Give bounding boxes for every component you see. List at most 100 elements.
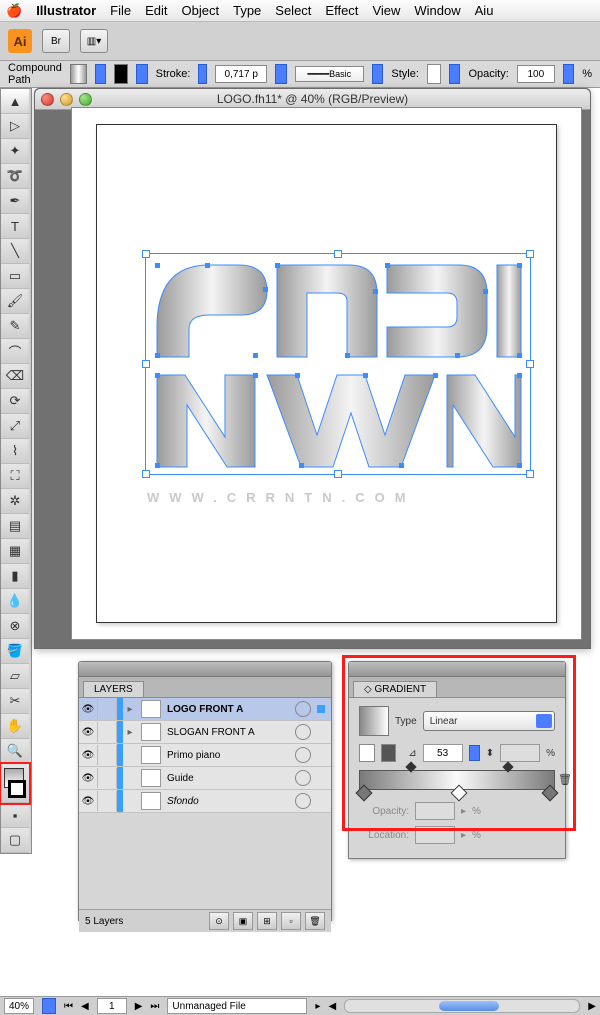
tool-line[interactable]: ╲ [1,239,29,264]
stroke-dropdown[interactable] [136,64,147,84]
apple-menu[interactable]: 🍎 [6,3,22,19]
nav-next-icon[interactable]: ▶ [135,1001,143,1012]
layer-name[interactable]: Primo piano [165,750,289,761]
close-icon[interactable] [41,93,54,106]
tool-width[interactable]: ⌇ [1,439,29,464]
menu-help[interactable]: Aiu [475,3,494,18]
brush-definition[interactable]: ━━━━ Basic [295,66,364,82]
zoom-dropdown[interactable] [42,998,56,1014]
tool-symbol-sprayer[interactable]: ✲ [1,489,29,514]
file-status[interactable]: Unmanaged File [167,998,307,1014]
tool-pencil[interactable]: ✎ [1,314,29,339]
stroke-weight-input[interactable] [215,65,267,83]
new-layer-icon[interactable]: ▫ [281,912,301,930]
delete-stop-icon[interactable]: 🗑 [558,773,572,786]
visibility-icon[interactable]: 👁 [79,745,98,765]
nav-last-icon[interactable]: ⏭ [150,1001,159,1012]
tool-free-transform[interactable]: ⛶ [1,464,29,489]
menu-select[interactable]: Select [275,3,311,18]
tool-screen-mode[interactable]: ▢ [1,828,29,853]
tool-paintbrush[interactable]: 🖌 [1,289,29,314]
layer-row-sfondo[interactable]: 👁 Sfondo [79,790,331,813]
lock-icon[interactable] [98,768,117,788]
lock-icon[interactable] [98,722,117,742]
gradient-stroke-icon[interactable] [381,744,397,762]
tool-mesh[interactable]: ▦ [1,539,29,564]
tool-direct-selection[interactable]: ▷ [1,114,29,139]
canvas[interactable]: WWW.CRRNTN.COM [71,107,582,640]
status-dropdown-icon[interactable]: ▸ [315,1001,320,1012]
tool-lasso[interactable]: ➰ [1,164,29,189]
tool-scale[interactable]: ⤢ [1,414,29,439]
gradient-tab[interactable]: ◇ GRADIENT [353,681,437,697]
gradient-stop[interactable] [451,785,468,802]
tool-magic-wand[interactable]: ✦ [1,139,29,164]
layer-name[interactable]: LOGO FRONT A [165,704,289,715]
expand-icon[interactable]: ▸ [123,704,137,715]
menu-window[interactable]: Window [414,3,460,18]
layer-row-slogan-front[interactable]: 👁 ▸ SLOGAN FRONT A [79,721,331,744]
tool-selection[interactable]: ▲ [1,89,29,114]
menu-view[interactable]: View [372,3,400,18]
logo-artwork[interactable] [149,257,529,472]
target-icon[interactable] [295,724,311,740]
gradient-stop[interactable] [356,785,373,802]
fill-dropdown[interactable] [95,64,106,84]
stroke-swatch[interactable] [114,64,128,84]
layer-row-guide[interactable]: 👁 Guide [79,767,331,790]
target-icon[interactable] [295,701,311,717]
target-icon[interactable] [295,793,311,809]
lock-icon[interactable] [98,791,117,811]
layer-name[interactable]: Guide [165,773,289,784]
angle-dropdown[interactable] [469,745,480,761]
tool-hand[interactable]: ✋ [1,714,29,739]
stroke-weight-dropdown[interactable] [275,64,286,84]
stroke-stepper[interactable] [198,64,207,84]
artboard-nav-input[interactable]: 1 [97,998,127,1014]
angle-input[interactable] [423,744,463,762]
visibility-icon[interactable]: 👁 [79,768,98,788]
app-name[interactable]: Illustrator [36,3,96,18]
tool-graph[interactable]: ▤ [1,514,29,539]
gradient-stop[interactable] [542,785,559,802]
layer-name[interactable]: SLOGAN FRONT A [165,727,289,738]
gradient-type-select[interactable]: Linear [423,711,555,731]
zoom-level[interactable]: 40% [4,998,34,1014]
scroll-right-icon[interactable]: ▶ [588,1001,596,1012]
minimize-icon[interactable] [60,93,73,106]
gradient-preview[interactable] [359,706,389,736]
tool-pen[interactable]: ✒ [1,189,29,214]
tool-gradient[interactable]: ▮ [1,564,29,589]
locate-object-icon[interactable]: ⊙ [209,912,229,930]
target-icon[interactable] [295,747,311,763]
target-icon[interactable] [295,770,311,786]
tool-zoom[interactable]: 🔍 [1,739,29,764]
brush-dropdown[interactable] [372,64,383,84]
tool-color-mode[interactable]: ▪ [1,803,29,828]
visibility-icon[interactable]: 👁 [79,722,98,742]
menu-type[interactable]: Type [233,3,261,18]
menu-file[interactable]: File [110,3,131,18]
lock-icon[interactable] [98,745,117,765]
tool-rectangle[interactable]: ▭ [1,264,29,289]
make-clipping-mask-icon[interactable]: ▣ [233,912,253,930]
layers-tab[interactable]: LAYERS [83,681,144,697]
tool-blend[interactable]: ⊗ [1,614,29,639]
expand-icon[interactable]: ▸ [123,727,137,738]
style-swatch[interactable] [427,64,441,84]
opacity-input[interactable] [517,65,555,83]
visibility-icon[interactable]: 👁 [79,699,98,719]
opacity-dropdown[interactable] [563,64,574,84]
tool-type[interactable]: T [1,214,29,239]
layer-row-primo-piano[interactable]: 👁 Primo piano [79,744,331,767]
tool-live-paint[interactable]: 🪣 [1,639,29,664]
tool-slice[interactable]: ✂ [1,689,29,714]
layer-row-logo-front[interactable]: 👁 ▸ LOGO FRONT A [79,698,331,721]
nav-prev-icon[interactable]: ◀ [81,1001,89,1012]
menu-object[interactable]: Object [182,3,220,18]
nav-first-icon[interactable]: ⏮ [64,1001,73,1012]
delete-layer-icon[interactable]: 🗑 [305,912,325,930]
menu-effect[interactable]: Effect [325,3,358,18]
visibility-icon[interactable]: 👁 [79,791,98,811]
lock-icon[interactable] [98,699,117,719]
